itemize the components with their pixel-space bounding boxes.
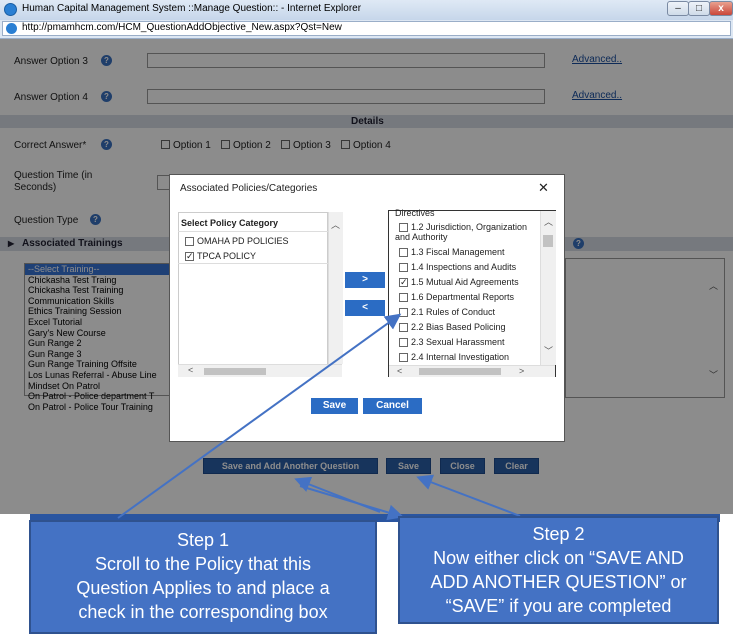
arrow-to-category bbox=[117, 313, 402, 519]
step-1-line: Question Applies to and place a bbox=[76, 578, 330, 598]
step-2-line: “SAVE” if you are completed bbox=[445, 596, 672, 616]
step-2-line: ADD ANOTHER QUESTION” or bbox=[430, 572, 687, 592]
step-2-heading: Step 2 bbox=[532, 524, 585, 544]
step-1-line: Scroll to the Policy that this bbox=[94, 554, 312, 574]
step-2-line: Now either click on “SAVE AND bbox=[433, 548, 684, 568]
arrow-to-step2 bbox=[299, 485, 404, 521]
arrow-to-save bbox=[416, 474, 521, 517]
step-1-heading: Step 1 bbox=[176, 530, 230, 550]
step-1-line: check in the corresponding box bbox=[78, 602, 328, 622]
step-1-callout: Step 1 Scroll to the Policy that this Qu… bbox=[29, 520, 377, 634]
step-2-callout: Step 2 Now either click on “SAVE AND ADD… bbox=[398, 516, 719, 624]
